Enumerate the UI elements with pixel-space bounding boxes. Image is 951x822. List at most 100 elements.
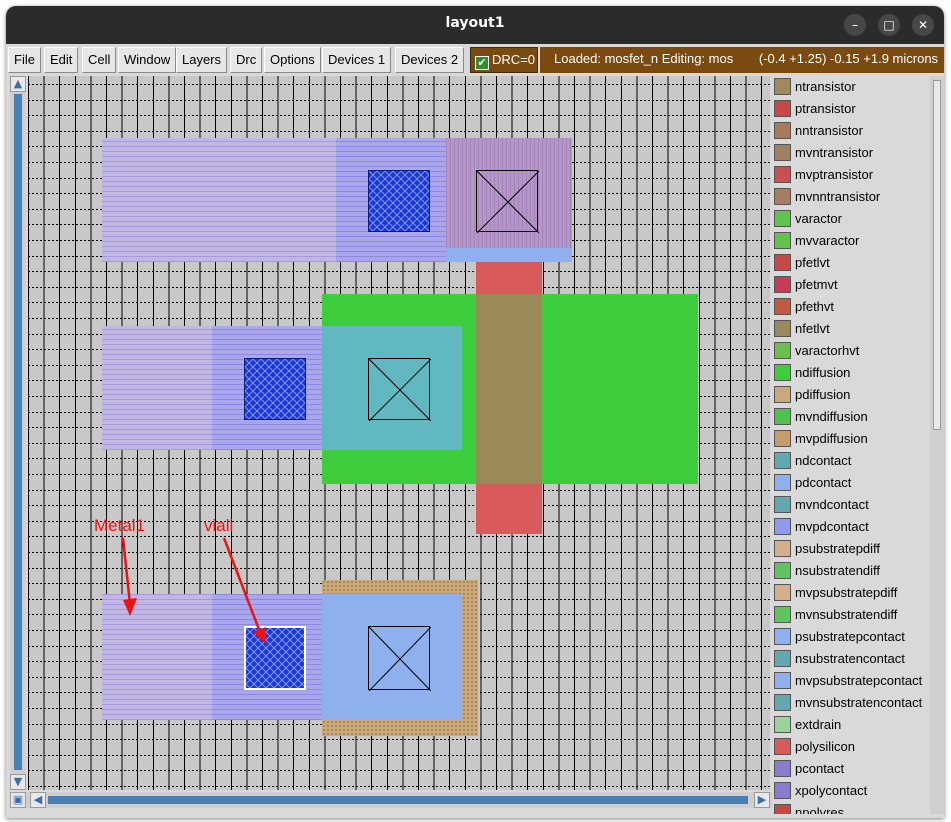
coords-readout: (-0.4 +1.25) -0.15 +1.9 microns xyxy=(758,51,939,66)
layer-swatch-icon xyxy=(774,342,791,359)
layer-item[interactable]: mvndiffusion xyxy=(772,406,930,428)
menu-file[interactable]: File xyxy=(8,47,41,73)
layer-scroll-thumb[interactable] xyxy=(933,80,941,430)
scroll-up-icon[interactable]: ▲ xyxy=(10,76,26,92)
layer-swatch-icon xyxy=(774,364,791,381)
drc-toggle[interactable]: ✔ DRC=0 xyxy=(470,47,538,73)
menu-drc[interactable]: Drc xyxy=(230,47,263,73)
menu-window[interactable]: Window xyxy=(118,47,177,73)
status-bar: Loaded: mosfet_n Editing: mos (-0.4 +1.2… xyxy=(540,47,944,73)
layer-item[interactable]: varactorhvt xyxy=(772,340,930,362)
layer-item[interactable]: mvpdcontact xyxy=(772,516,930,538)
layer-swatch-icon xyxy=(774,452,791,469)
layer-swatch-icon xyxy=(774,188,791,205)
title-bar: layout1 – □ ✕ xyxy=(6,6,944,44)
layer-item[interactable]: mvnsubstratencontact xyxy=(772,692,930,714)
layer-label: pcontact xyxy=(795,761,845,776)
layer-swatch-icon xyxy=(774,298,791,315)
horizontal-scrollbar[interactable]: ▣ ◀ ▶ xyxy=(10,792,772,808)
layer-item[interactable]: mvnntransistor xyxy=(772,186,930,208)
status-text: Loaded: mosfet_n Editing: mos xyxy=(554,51,734,66)
layout-canvas[interactable]: Metal1 viali xyxy=(28,76,770,790)
layer-item[interactable]: mvndcontact xyxy=(772,494,930,516)
menu-devices-2[interactable]: Devices 2 xyxy=(395,47,465,73)
close-button[interactable]: ✕ xyxy=(912,14,934,36)
layer-item[interactable]: nsubstratendiff xyxy=(772,560,930,582)
layer-item[interactable]: mvpsubstratepcontact xyxy=(772,670,930,692)
layer-label: pdcontact xyxy=(795,475,852,490)
layer-item[interactable]: nntransistor xyxy=(772,120,930,142)
layer-swatch-icon xyxy=(774,100,791,117)
layer-label: mvptransistor xyxy=(795,167,874,182)
layer-label: polysilicon xyxy=(795,739,855,754)
layer-palette-scrollbar[interactable] xyxy=(930,76,944,814)
layer-swatch-icon xyxy=(774,606,791,623)
layer-swatch-icon xyxy=(774,650,791,667)
layer-item[interactable]: pfetlvt xyxy=(772,252,930,274)
layer-item[interactable]: mvpsubstratepdiff xyxy=(772,582,930,604)
layer-item[interactable]: pdiffusion xyxy=(772,384,930,406)
layer-label: ndiffusion xyxy=(795,365,851,380)
layer-swatch-icon xyxy=(774,738,791,755)
layer-label: mvpdcontact xyxy=(795,519,869,534)
menu-edit[interactable]: Edit xyxy=(44,47,79,73)
menu-devices-1[interactable]: Devices 1 xyxy=(322,47,392,73)
layer-swatch-icon xyxy=(774,408,791,425)
layer-swatch-icon xyxy=(774,232,791,249)
layer-item[interactable]: ndcontact xyxy=(772,450,930,472)
layer-label: nntransistor xyxy=(795,123,863,138)
layer-swatch-icon xyxy=(774,474,791,491)
scroll-right-icon[interactable]: ▶ xyxy=(754,792,770,808)
layer-item[interactable]: pfetmvt xyxy=(772,274,930,296)
layer-item[interactable]: pcontact xyxy=(772,758,930,780)
layer-item[interactable]: ndiffusion xyxy=(772,362,930,384)
menu-options[interactable]: Options xyxy=(264,47,321,73)
layer-swatch-icon xyxy=(774,430,791,447)
layer-item[interactable]: varactor xyxy=(772,208,930,230)
layer-item[interactable]: mvpdiffusion xyxy=(772,428,930,450)
layer-item[interactable]: nsubstratencontact xyxy=(772,648,930,670)
layer-item[interactable]: mvptransistor xyxy=(772,164,930,186)
layer-swatch-icon xyxy=(774,320,791,337)
layer-swatch-icon xyxy=(774,78,791,95)
vertical-scroll-track[interactable] xyxy=(14,94,22,770)
layer-item[interactable]: mvntransistor xyxy=(772,142,930,164)
layer-label: npolyres xyxy=(795,805,845,814)
layer-item[interactable]: pfethvt xyxy=(772,296,930,318)
layer-item[interactable]: npolyres xyxy=(772,802,930,814)
menu-layers[interactable]: Layers xyxy=(176,47,228,73)
layer-label: psubstratepcontact xyxy=(795,629,905,644)
layer-item[interactable]: nfetlvt xyxy=(772,318,930,340)
menu-cell[interactable]: Cell xyxy=(82,47,117,73)
layer-item[interactable]: psubstratepcontact xyxy=(772,626,930,648)
layer-swatch-icon xyxy=(774,562,791,579)
layer-swatch-icon xyxy=(774,672,791,689)
layer-label: varactorhvt xyxy=(795,343,860,358)
vertical-scrollbar[interactable]: ▲ ▼ xyxy=(10,76,26,790)
layer-swatch-icon xyxy=(774,540,791,557)
minimize-button[interactable]: – xyxy=(844,14,866,36)
layer-item[interactable]: xpolycontact xyxy=(772,780,930,802)
layer-swatch-icon xyxy=(774,496,791,513)
layer-item[interactable]: mvvaractor xyxy=(772,230,930,252)
layer-item[interactable]: ptransistor xyxy=(772,98,930,120)
layer-item[interactable]: ntransistor xyxy=(772,76,930,98)
layer-item[interactable]: mvnsubstratendiff xyxy=(772,604,930,626)
layer-swatch-icon xyxy=(774,782,791,799)
layer-palette: ntransistor ptransistor nntransistor mvntra… xyxy=(772,76,930,814)
maximize-button[interactable]: □ xyxy=(878,14,900,36)
layer-label: pfetmvt xyxy=(795,277,838,292)
scroll-down-icon[interactable]: ▼ xyxy=(10,774,26,790)
layer-item[interactable]: polysilicon xyxy=(772,736,930,758)
layer-swatch-icon xyxy=(774,166,791,183)
checkbox-icon[interactable]: ✔ xyxy=(475,56,489,70)
layer-swatch-icon xyxy=(774,518,791,535)
scroll-left-icon[interactable]: ◀ xyxy=(30,792,46,808)
layer-swatch-icon xyxy=(774,628,791,645)
horizontal-scroll-track[interactable] xyxy=(48,796,748,804)
layer-item[interactable]: psubstratepdiff xyxy=(772,538,930,560)
layer-swatch-icon xyxy=(774,804,791,814)
zoom-fit-icon[interactable]: ▣ xyxy=(10,792,26,808)
layer-item[interactable]: pdcontact xyxy=(772,472,930,494)
layer-item[interactable]: extdrain xyxy=(772,714,930,736)
